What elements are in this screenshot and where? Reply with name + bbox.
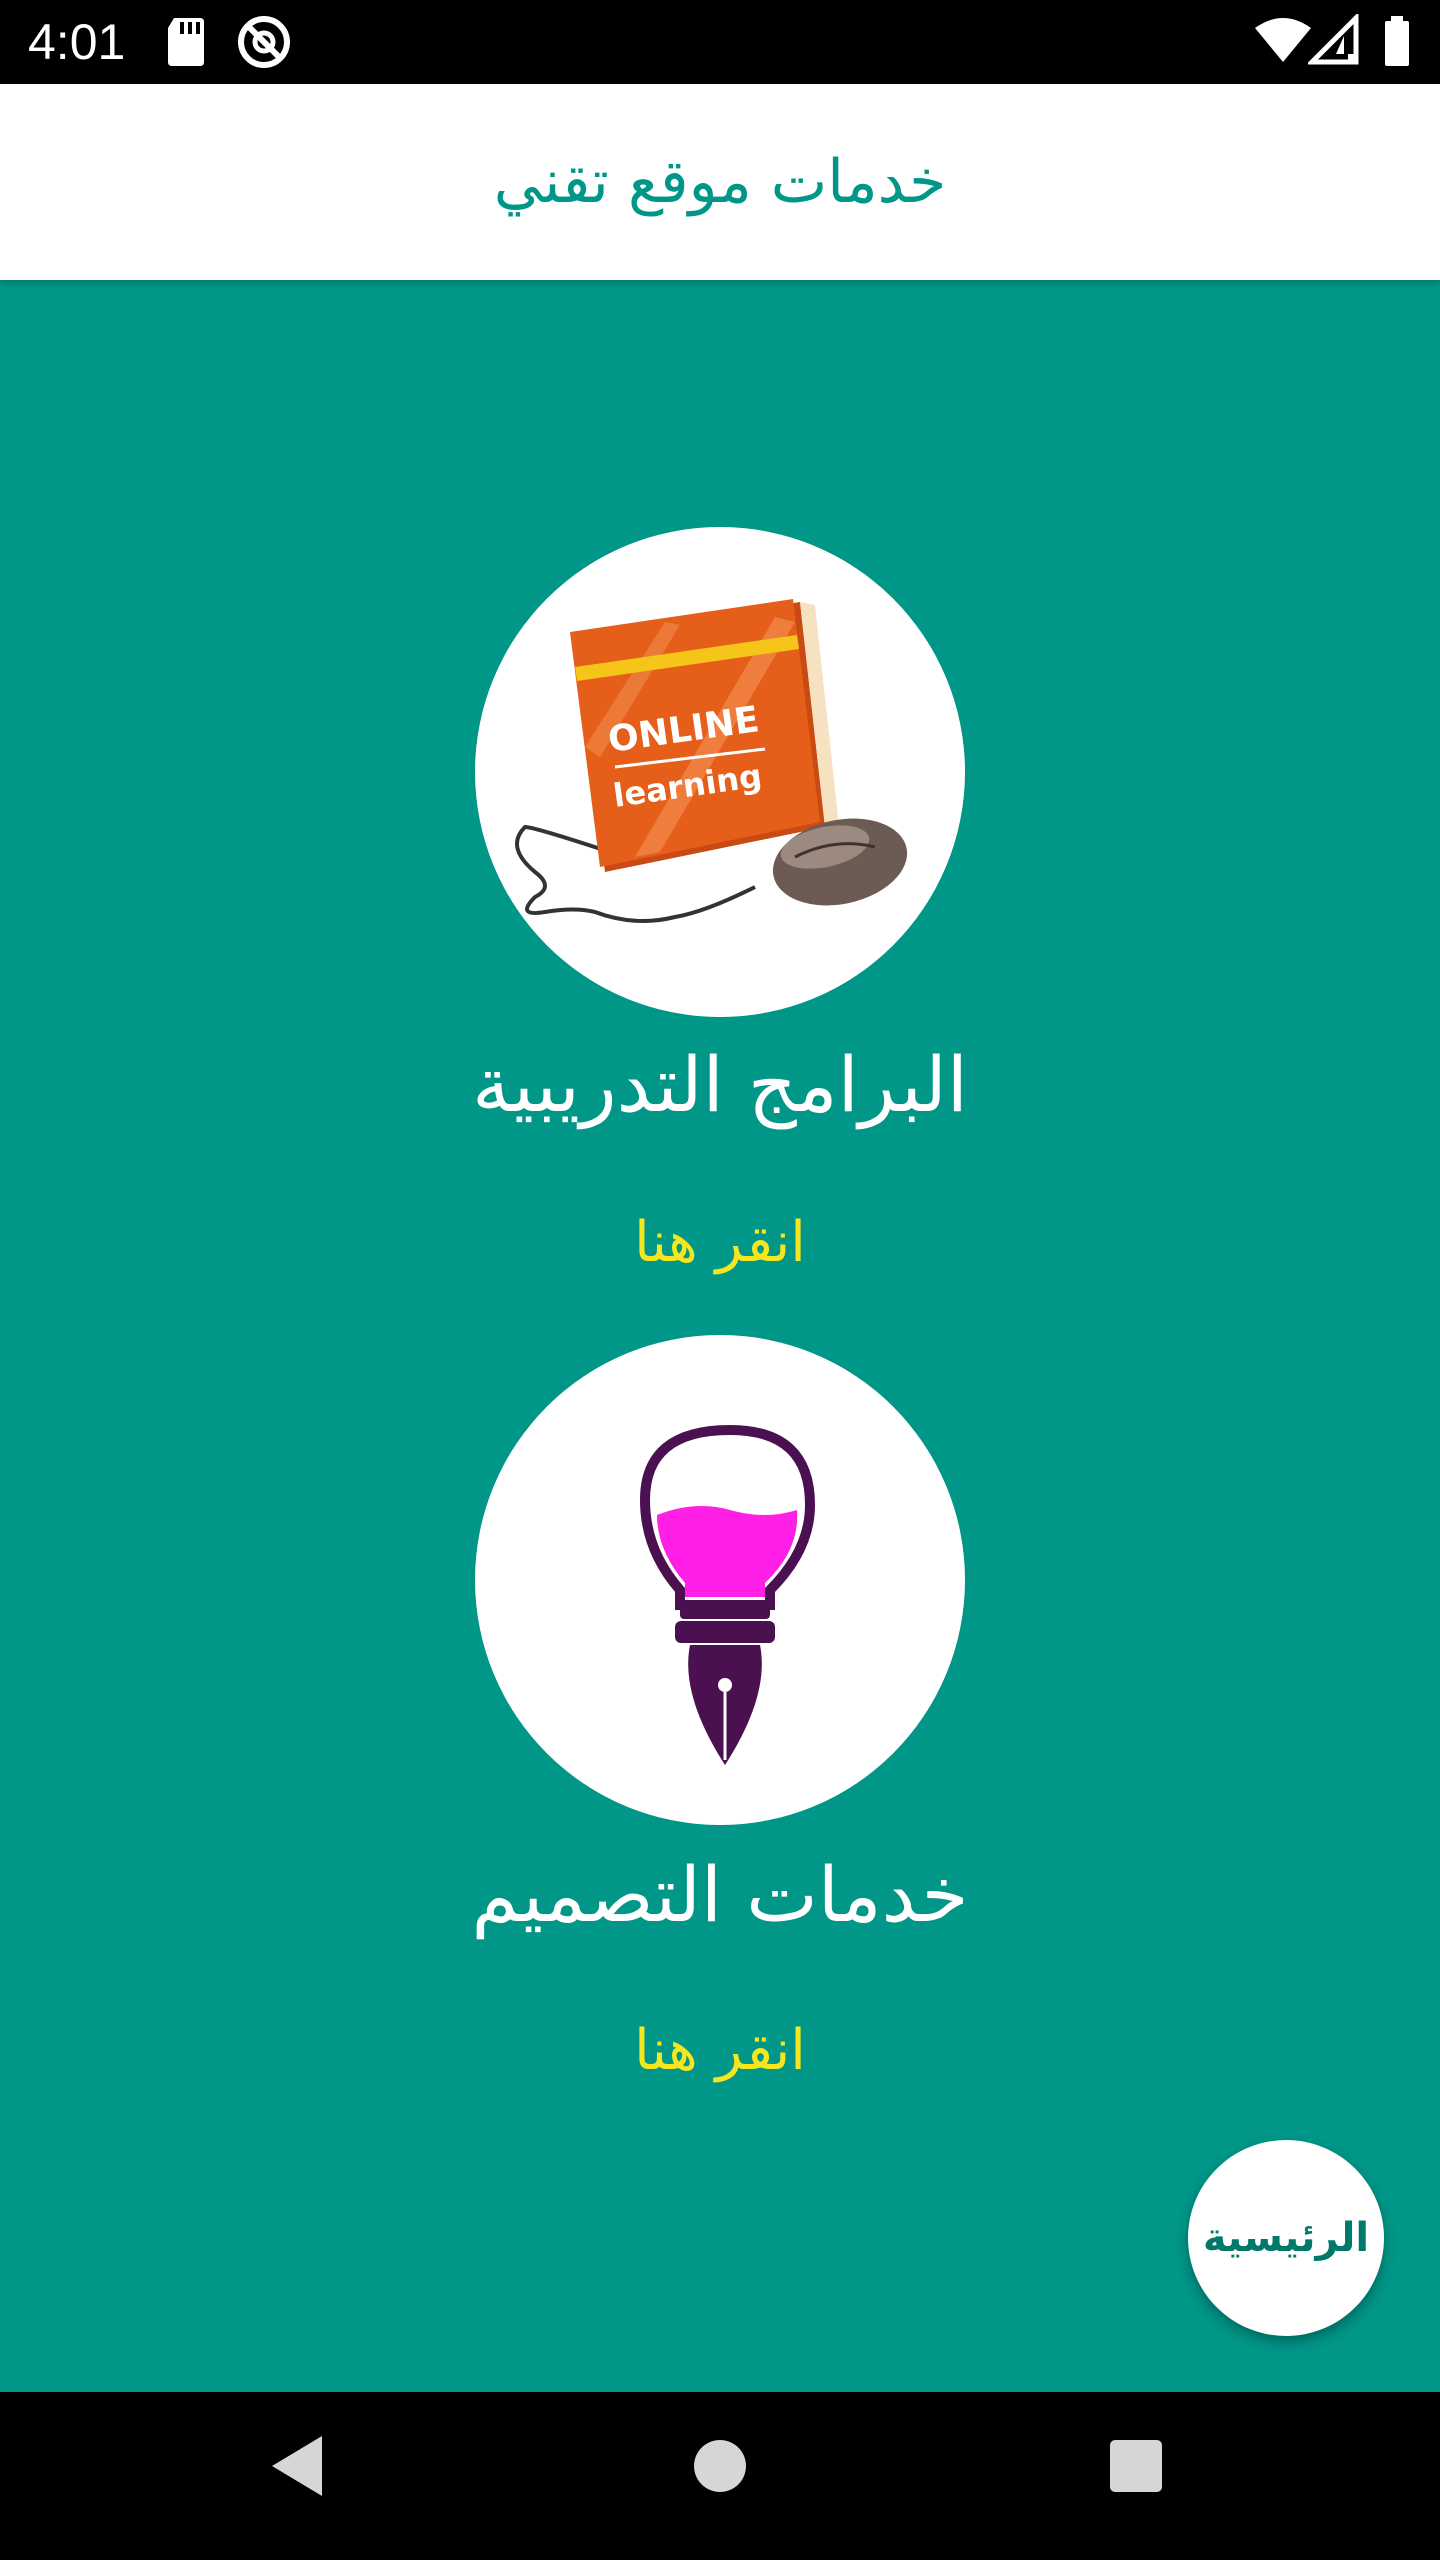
battery-icon <box>1382 14 1412 72</box>
title-bar: خدمات موقع تقني <box>0 84 1440 280</box>
cellular-signal-icon <box>1305 11 1360 70</box>
navigation-bar <box>0 2392 1440 2560</box>
home-fab-label: الرئيسية <box>1202 2215 1370 2261</box>
home-icon[interactable] <box>690 2432 750 2504</box>
home-fab-button[interactable]: الرئيسية <box>1188 2140 1384 2336</box>
design-services-link[interactable]: انقر هنا <box>0 2018 1440 2083</box>
training-programs-title: البرامج التدريبية <box>472 1040 968 1129</box>
online-learning-icon: ONLINE learning <box>515 599 908 923</box>
page-title: خدمات موقع تقني <box>493 147 947 217</box>
lightbulb-pen-icon <box>639 1424 816 1765</box>
status-bar: 4:01 <box>0 0 1440 84</box>
design-services-title: خدمات التصميم <box>471 1850 969 1939</box>
sd-card-icon <box>166 14 206 72</box>
wifi-icon <box>1254 14 1312 70</box>
status-time: 4:01 <box>28 14 126 70</box>
back-icon[interactable] <box>268 2432 328 2504</box>
recents-icon[interactable] <box>1106 2432 1166 2504</box>
do-not-disturb-icon <box>236 14 292 74</box>
training-programs-link[interactable]: انقر هنا <box>0 1210 1440 1275</box>
services-list: ONLINE learning البرامج التدريبية انقر ه… <box>0 280 1440 2392</box>
app-screen: 4:01 خدمات موقع تقني ONLINE learning الب… <box>0 0 1440 2560</box>
training-programs-image[interactable]: ONLINE learning <box>475 527 965 1017</box>
design-services-image[interactable] <box>475 1335 965 1825</box>
